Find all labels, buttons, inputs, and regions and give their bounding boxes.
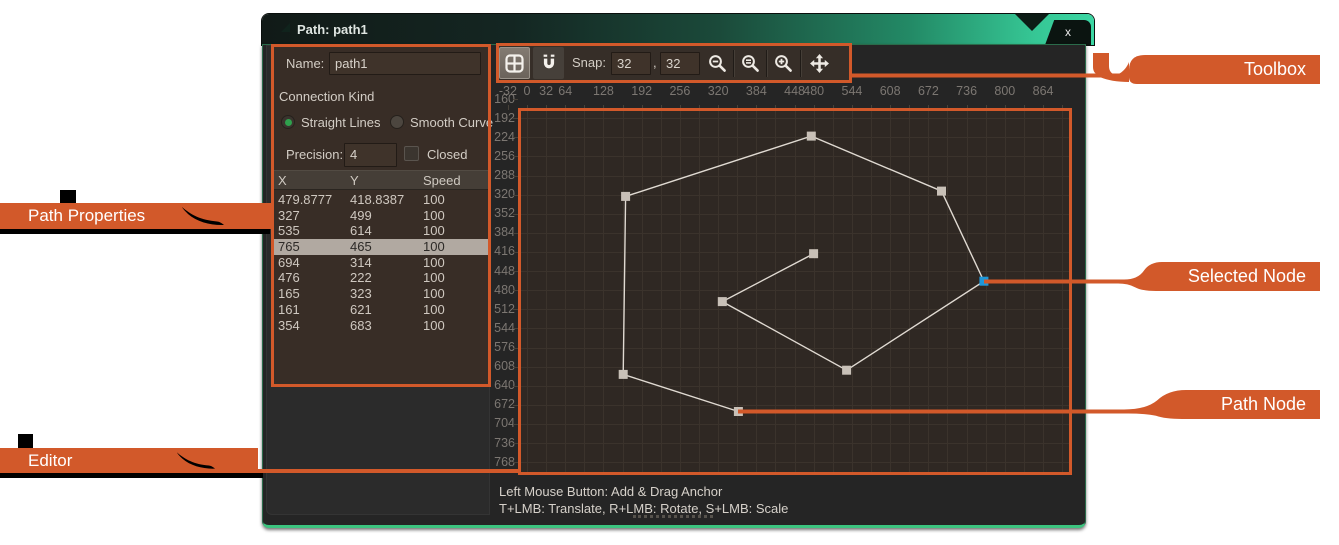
h-ruler-label: 480 bbox=[803, 84, 824, 98]
callout-toolbox-label: Toolbox bbox=[1244, 55, 1306, 84]
v-ruler-label: 640 bbox=[494, 378, 515, 392]
h-ruler-label: 0 bbox=[524, 84, 531, 98]
highlight-box-path-properties bbox=[271, 44, 491, 387]
v-ruler-label: 544 bbox=[494, 321, 515, 335]
h-ruler-label: 320 bbox=[708, 84, 729, 98]
callout-path-properties-label: Path Properties bbox=[28, 206, 145, 226]
v-ruler-label: 352 bbox=[494, 206, 515, 220]
window-title: Path: path1 bbox=[297, 14, 368, 45]
v-ruler-label: 736 bbox=[494, 436, 515, 450]
window-titlebar[interactable] bbox=[262, 14, 1094, 45]
h-ruler-label: 32 bbox=[539, 84, 553, 98]
v-ruler-label: 512 bbox=[494, 302, 515, 316]
callout-shadow bbox=[0, 473, 263, 478]
callout-path-node-label: Path Node bbox=[1221, 390, 1306, 419]
v-ruler-label: 704 bbox=[494, 416, 515, 430]
v-ruler-label: 576 bbox=[494, 340, 515, 354]
h-ruler-label: 64 bbox=[558, 84, 572, 98]
v-ruler-label: 672 bbox=[494, 397, 515, 411]
callout-path-properties: Path Properties bbox=[0, 203, 273, 229]
titlebar-notch bbox=[1015, 14, 1049, 31]
h-ruler-label: 448 bbox=[784, 84, 805, 98]
ink-splash bbox=[18, 434, 33, 448]
v-ruler-label: 480 bbox=[494, 283, 515, 297]
v-ruler-label: 768 bbox=[494, 455, 515, 469]
collapse-triangle-icon[interactable] bbox=[281, 23, 290, 32]
swoosh-icon bbox=[181, 206, 225, 226]
v-ruler-label: 224 bbox=[494, 130, 515, 144]
resize-grip[interactable] bbox=[633, 515, 713, 518]
status-hint-line1: Left Mouse Button: Add & Drag Anchor bbox=[499, 484, 722, 500]
v-ruler-label: 448 bbox=[494, 264, 515, 278]
highlight-box-toolbox bbox=[496, 43, 852, 83]
swoosh-icon bbox=[176, 451, 216, 470]
callout-line-editor bbox=[258, 469, 521, 473]
v-ruler-label: 608 bbox=[494, 359, 515, 373]
ink-splash bbox=[60, 190, 76, 203]
callout-editor-label: Editor bbox=[28, 451, 72, 471]
h-ruler-label: 192 bbox=[631, 84, 652, 98]
callout-editor: Editor bbox=[0, 448, 258, 473]
ruler-tick bbox=[513, 99, 518, 100]
v-ruler-label: 288 bbox=[494, 168, 515, 182]
callout-shadow bbox=[0, 229, 270, 234]
vertical-ruler: 160 192 224 256 288 320 352 384 416 448 480 512 544 5… bbox=[491, 90, 518, 476]
h-ruler-label: 128 bbox=[593, 84, 614, 98]
v-ruler-label: 384 bbox=[494, 225, 515, 239]
v-ruler-label: 416 bbox=[494, 244, 515, 258]
v-ruler-label: 192 bbox=[494, 111, 515, 125]
screenshot-stage: Path: path1 x Name: path1 Connection Kin… bbox=[0, 0, 1339, 545]
v-ruler-label: 160 bbox=[494, 92, 515, 106]
h-ruler-label: 256 bbox=[669, 84, 690, 98]
v-ruler-label: 320 bbox=[494, 187, 515, 201]
h-ruler-label: 384 bbox=[746, 84, 767, 98]
v-ruler-label: 256 bbox=[494, 149, 515, 163]
callout-selected-node-label: Selected Node bbox=[1188, 262, 1306, 291]
